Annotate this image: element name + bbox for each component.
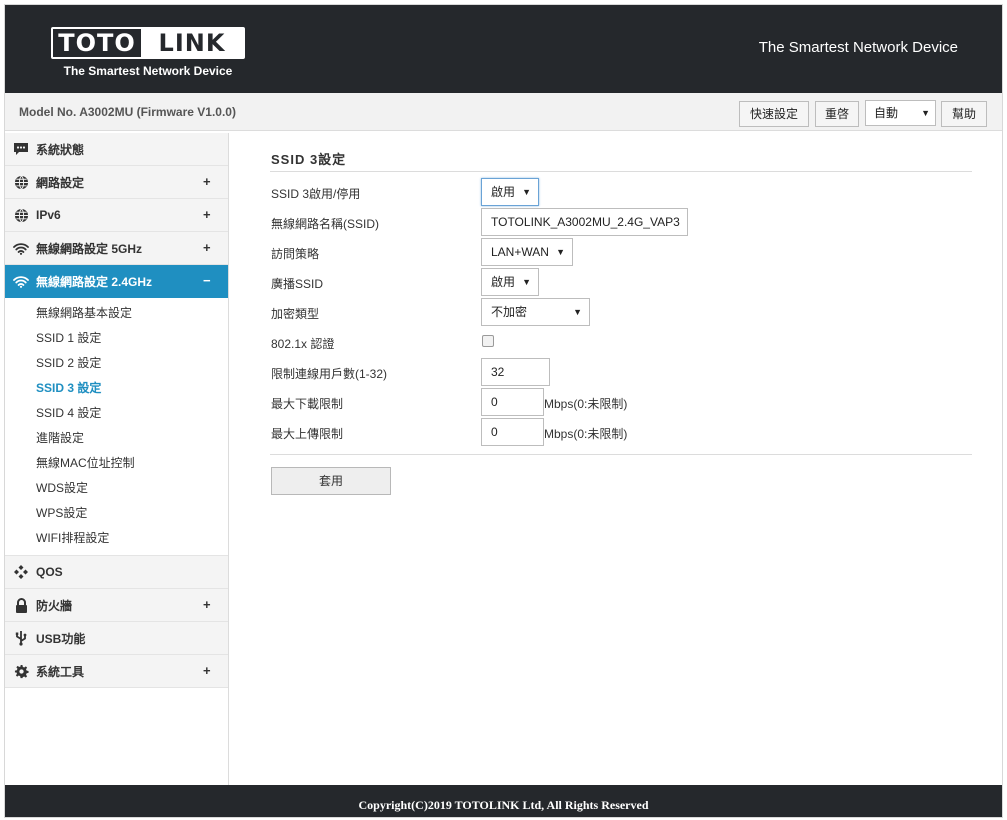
- sidebar-item-label: 防火牆: [36, 598, 73, 613]
- usb-icon: [12, 630, 30, 646]
- submenu-item-ssid2[interactable]: SSID 2 設定: [5, 351, 228, 376]
- wifi-icon: [12, 273, 30, 289]
- dot1x-label: 802.1x 認證: [271, 337, 335, 351]
- broadcast-ssid-label: 廣播SSID: [271, 277, 324, 291]
- chevron-down-icon: ▼: [573, 307, 582, 317]
- sidebar-item-label: 網路設定: [36, 175, 85, 190]
- sidebar-item-wireless-24ghz[interactable]: 無線網路設定 2.4GHz −: [5, 265, 228, 298]
- sidebar-item-network[interactable]: 網路設定 +: [5, 166, 228, 199]
- chevron-down-icon: ▼: [921, 108, 930, 118]
- page-title: SSID 3設定: [271, 152, 347, 167]
- help-button[interactable]: 幫助: [941, 101, 987, 127]
- apply-button[interactable]: 套用: [271, 467, 391, 495]
- submenu-item-advanced[interactable]: 進階設定: [5, 426, 228, 451]
- broadcast-ssid-select[interactable]: 啟用 ▼: [481, 268, 539, 296]
- encryption-select[interactable]: 不加密 ▼: [481, 298, 590, 326]
- enable-label: SSID 3啟用/停用: [271, 187, 361, 201]
- collapse-icon: −: [203, 273, 211, 288]
- sidebar-item-label: 無線網路設定 5GHz: [36, 241, 143, 256]
- sidebar-item-qos[interactable]: QOS: [5, 556, 228, 589]
- access-policy-value: LAN+WAN: [491, 245, 549, 259]
- encryption-value: 不加密: [491, 305, 528, 319]
- chevron-down-icon: ▼: [556, 247, 565, 257]
- ssid-enable-select[interactable]: 啟用 ▼: [481, 178, 539, 206]
- globe-icon: [12, 174, 30, 190]
- ssid-name-label: 無線網路名稱(SSID): [271, 217, 380, 231]
- language-select-value: 自動: [874, 106, 899, 120]
- ssid-name-input[interactable]: TOTOLINK_A3002MU_2.4G_VAP3: [481, 208, 688, 236]
- chevron-down-icon: ▼: [522, 277, 531, 287]
- lock-icon: [12, 597, 30, 613]
- sidebar-item-label: IPv6: [36, 208, 61, 222]
- wifi-icon: [12, 240, 30, 256]
- max-clients-label: 限制連線用戶數(1-32): [271, 367, 388, 381]
- toolbar: Model No. A3002MU (Firmware V1.0.0) 快速設定…: [5, 93, 1002, 131]
- form-divider: [270, 454, 972, 455]
- download-unit: Mbps(0:未限制): [544, 397, 628, 411]
- expand-icon: +: [203, 597, 211, 612]
- sidebar-item-label: QOS: [36, 565, 63, 579]
- broadcast-ssid-value: 啟用: [491, 275, 516, 289]
- upload-unit: Mbps(0:未限制): [544, 427, 628, 441]
- sidebar-item-usb[interactable]: USB功能: [5, 622, 228, 655]
- sidebar-item-system-status[interactable]: 系統狀態: [5, 133, 228, 166]
- access-policy-select[interactable]: LAN+WAN ▼: [481, 238, 573, 266]
- header-slogan: The Smartest Network Device: [758, 39, 958, 56]
- access-policy-label: 訪問策略: [271, 247, 320, 261]
- model-info: Model No. A3002MU (Firmware V1.0.0): [19, 105, 236, 119]
- submenu-item-wps[interactable]: WPS設定: [5, 501, 228, 526]
- submenu-item-basic[interactable]: 無線網路基本設定: [5, 301, 228, 326]
- title-divider: [270, 171, 972, 172]
- submenu-item-ssid3[interactable]: SSID 3 設定: [5, 376, 228, 401]
- wireless-24ghz-submenu: 無線網路基本設定 SSID 1 設定 SSID 2 設定 SSID 3 設定 S…: [5, 298, 228, 556]
- logo-left: TOTO: [53, 29, 141, 57]
- logo-right: LINK: [141, 29, 243, 57]
- reboot-button[interactable]: 重啓: [815, 101, 859, 127]
- max-clients-input[interactable]: 32: [481, 358, 550, 386]
- logo-tagline: The Smartest Network Device: [63, 64, 233, 78]
- footer: Copyright(C)2019 TOTOLINK Ltd, All Right…: [5, 785, 1002, 817]
- sidebar: 系統狀態 網路設定 + IPv6 + 無線網路設定 5GHz + 無線網路設定 …: [5, 133, 229, 785]
- router-admin-window: TOTO LINK The Smartest Network Device Th…: [4, 4, 1003, 818]
- expand-icon: +: [203, 174, 211, 189]
- expand-icon: +: [203, 240, 211, 255]
- gear-icon: [12, 663, 30, 679]
- ssid-enable-value: 啟用: [491, 185, 516, 199]
- dot1x-checkbox[interactable]: [482, 335, 494, 347]
- max-download-label: 最大下載限制: [271, 397, 344, 411]
- quick-setup-button[interactable]: 快速設定: [739, 101, 809, 127]
- ssid3-settings-panel: SSID 3設定 SSID 3啟用/停用 啟用 ▼ 無線網路名稱(SSID) T…: [230, 133, 1002, 785]
- sidebar-item-label: USB功能: [36, 631, 86, 646]
- expand-icon: +: [203, 207, 211, 222]
- submenu-item-ssid4[interactable]: SSID 4 設定: [5, 401, 228, 426]
- chat-icon: [12, 141, 30, 157]
- qos-icon: [12, 564, 30, 580]
- sidebar-item-label: 系統狀態: [36, 142, 85, 157]
- max-upload-label: 最大上傳限制: [271, 427, 344, 441]
- totolink-logo: TOTO LINK The Smartest Network Device: [51, 27, 245, 78]
- sidebar-item-system-tools[interactable]: 系統工具 +: [5, 655, 228, 688]
- max-upload-input[interactable]: 0: [481, 418, 544, 446]
- submenu-item-wds[interactable]: WDS設定: [5, 476, 228, 501]
- submenu-item-ssid1[interactable]: SSID 1 設定: [5, 326, 228, 351]
- submenu-item-mac-control[interactable]: 無線MAC位址控制: [5, 451, 228, 476]
- encryption-label: 加密類型: [271, 307, 320, 321]
- sidebar-item-wireless-5ghz[interactable]: 無線網路設定 5GHz +: [5, 232, 228, 265]
- sidebar-item-firewall[interactable]: 防火牆 +: [5, 589, 228, 622]
- max-download-input[interactable]: 0: [481, 388, 544, 416]
- sidebar-item-ipv6[interactable]: IPv6 +: [5, 199, 228, 232]
- submenu-item-wifi-schedule[interactable]: WIFI排程設定: [5, 526, 228, 551]
- sidebar-item-label: 系統工具: [36, 664, 85, 679]
- header-bar: TOTO LINK The Smartest Network Device Th…: [5, 5, 1002, 93]
- chevron-down-icon: ▼: [522, 187, 531, 197]
- language-select[interactable]: 自動 ▼: [865, 100, 936, 126]
- expand-icon: +: [203, 663, 211, 678]
- logo-box: TOTO LINK: [51, 27, 245, 59]
- globe-icon: [12, 207, 30, 223]
- sidebar-item-label: 無線網路設定 2.4GHz: [36, 274, 153, 289]
